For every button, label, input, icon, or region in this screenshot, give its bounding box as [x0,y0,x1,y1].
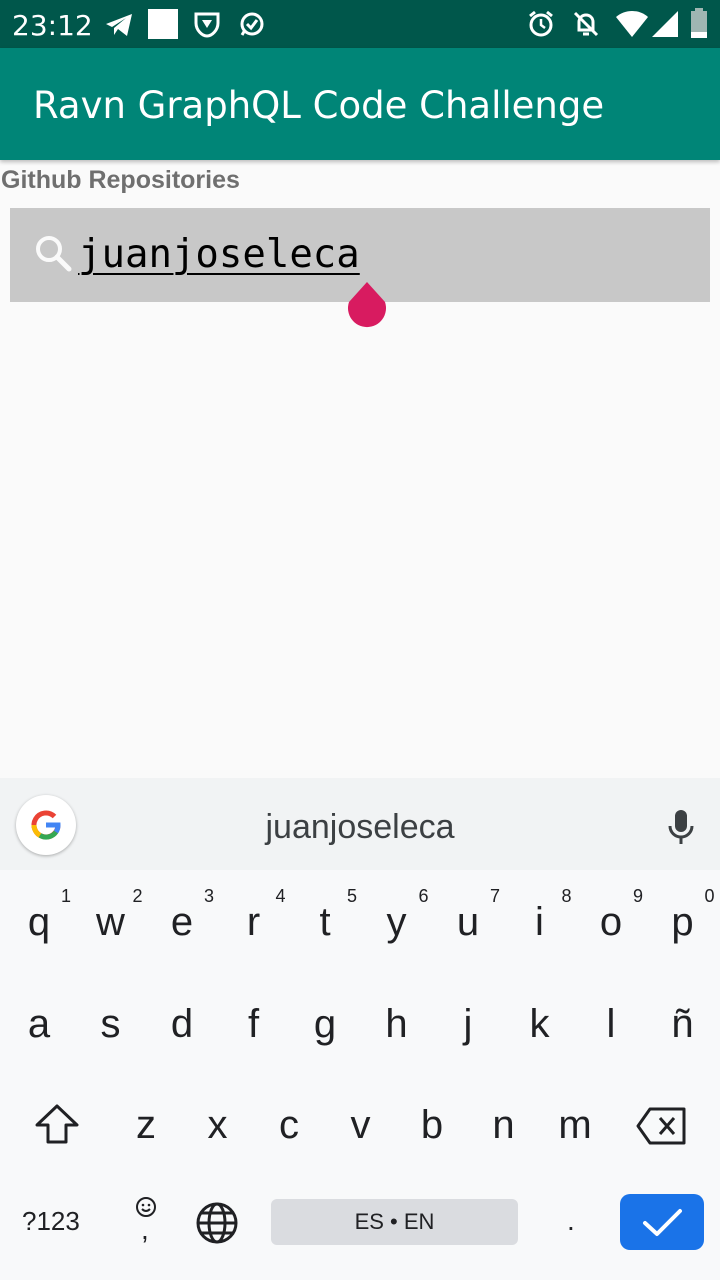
backspace-key-icon[interactable] [636,1106,688,1151]
key[interactable]: v [325,1073,397,1173]
key-label: s [100,1002,121,1046]
enter-key[interactable] [620,1194,704,1250]
key-label: v [350,1103,371,1147]
key[interactable]: o9 [575,870,647,970]
key-label: d [170,1002,194,1046]
check-icon [643,1209,682,1236]
key[interactable]: b [396,1073,468,1173]
symbols-key[interactable]: ?123 [22,1206,80,1237]
status-time: 23:12 [12,9,93,42]
key[interactable]: q1 [3,870,75,970]
key-hint: 8 [561,886,572,906]
comma-key[interactable]: , [141,1214,149,1246]
key[interactable]: u7 [432,870,504,970]
key-label: h [385,1002,408,1046]
key-label: x [207,1103,228,1147]
key-label: z [136,1103,156,1147]
app-bar: Ravn GraphQL Code Challenge [0,48,720,160]
telegram-icon [104,12,134,43]
key-label: g [313,1002,337,1046]
key[interactable]: w2 [75,870,147,970]
key-label: n [492,1103,515,1147]
suggestion-bar: juanjoseleca [0,778,720,871]
key-label: a [27,1002,51,1046]
status-bar: 23:12 [0,0,720,48]
key[interactable]: j [432,972,504,1072]
key[interactable]: t5 [289,870,361,970]
key[interactable]: n [468,1073,540,1173]
key-label: ñ [671,1002,694,1046]
key-hint: 6 [418,886,429,906]
key[interactable]: ñ [647,972,719,1072]
space-bar[interactable]: ES • EN [271,1199,518,1245]
key[interactable]: a [3,972,75,1072]
key-hint: 7 [489,886,500,906]
battery-icon [691,8,707,43]
key[interactable]: g [289,972,361,1072]
text-cursor-handle[interactable] [347,282,389,335]
key[interactable]: c [253,1073,325,1173]
key-hint: 4 [275,886,286,906]
key[interactable]: l [575,972,647,1072]
period-key[interactable]: . [567,1205,575,1237]
square-icon [148,9,178,44]
key-label: m [558,1103,592,1147]
microphone-icon[interactable] [666,808,696,853]
key-label: j [463,1002,473,1046]
key-label: c [279,1103,299,1147]
section-label: Github Repositories [1,166,240,194]
key-label: l [606,1002,616,1046]
key-hint: 5 [346,886,357,906]
key[interactable]: e3 [146,870,218,970]
app-title: Ravn GraphQL Code Challenge [33,84,605,127]
key[interactable]: h [361,972,433,1072]
signal-icon [652,11,678,42]
key[interactable]: k [504,972,576,1072]
key-hint: 2 [132,886,143,906]
search-input[interactable]: juanjoseleca [78,232,360,277]
key[interactable]: f [218,972,290,1072]
key-hint: 3 [203,886,214,906]
key[interactable]: p0 [647,870,719,970]
globe-icon[interactable] [195,1201,239,1250]
key[interactable]: z [110,1073,182,1173]
notifications-off-icon [572,10,600,43]
search-icon [34,234,74,279]
key-label: b [420,1103,444,1147]
key[interactable]: r4 [218,870,290,970]
alarm-icon [527,10,555,43]
key[interactable]: i8 [504,870,576,970]
key[interactable]: s [75,972,147,1072]
key-hint: 0 [704,886,715,906]
wifi-icon [616,11,648,42]
key[interactable]: y6 [361,870,433,970]
word-suggestion[interactable]: juanjoseleca [0,808,720,847]
key-hint: 1 [60,886,71,906]
trophy-icon [193,11,221,44]
key[interactable]: d [146,972,218,1072]
whatsapp-icon [238,11,266,44]
key-label: f [247,1002,260,1046]
key[interactable]: m [539,1073,611,1173]
key-hint: 9 [632,886,643,906]
key[interactable]: x [182,1073,254,1173]
key-label: k [529,1002,550,1046]
shift-key-icon[interactable] [33,1103,81,1150]
